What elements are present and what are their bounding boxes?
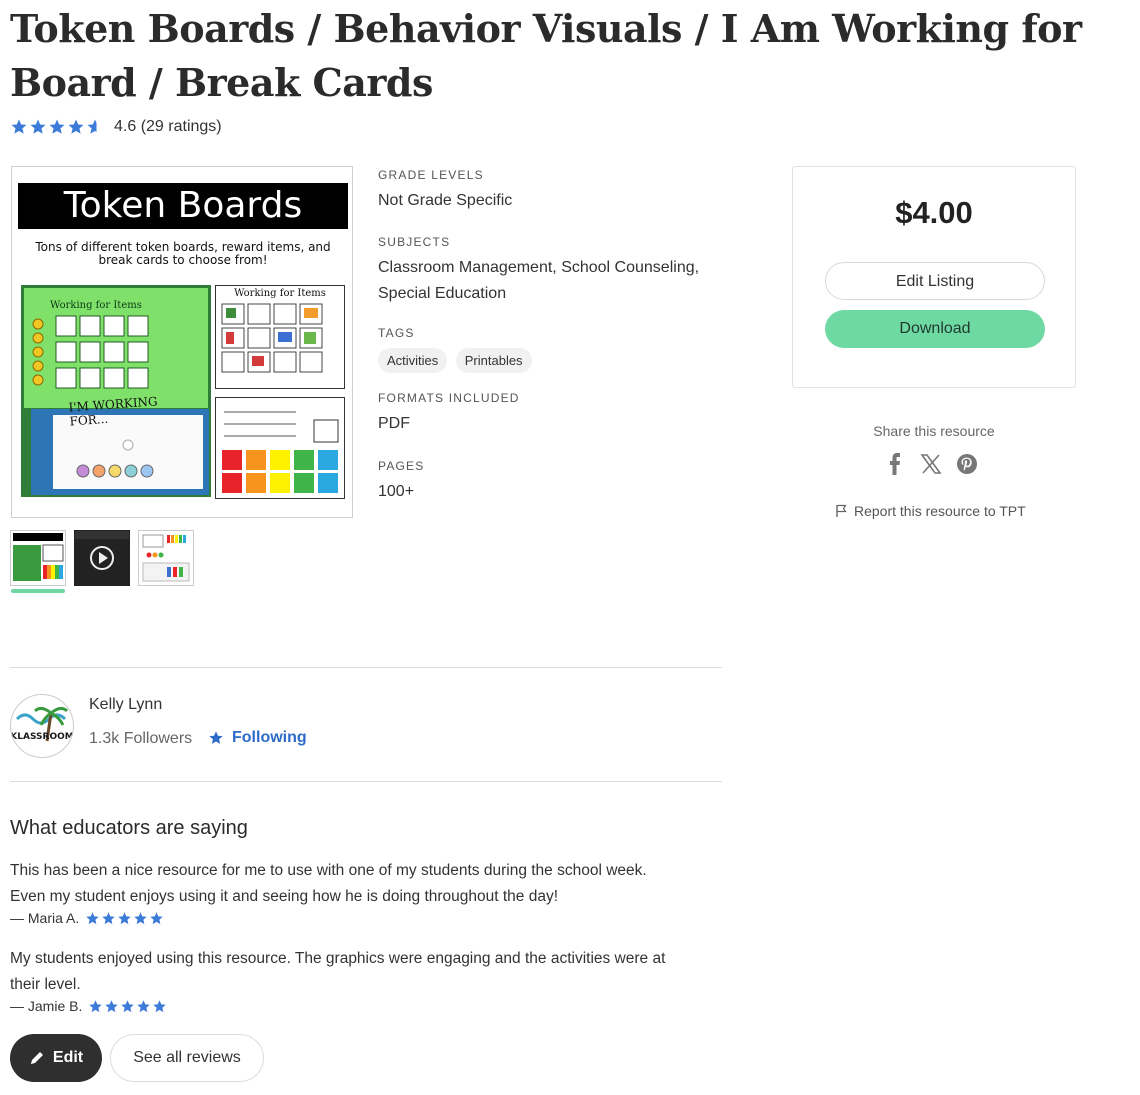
formats-label: FORMATS INCLUDED	[378, 391, 520, 405]
edit-label: Edit	[52, 1049, 84, 1066]
reviews-heading: What educators are saying	[10, 817, 248, 839]
star-icon	[105, 999, 119, 1012]
main-product-image[interactable]: Token Boards Tons of different token boa…	[11, 166, 353, 518]
tag-printables[interactable]: Printables	[455, 348, 532, 373]
review-text: My students enjoyed using this resource.…	[10, 946, 726, 998]
star-icon	[137, 999, 151, 1012]
pages-value: 100+	[378, 483, 415, 500]
pencil-icon	[30, 1052, 43, 1064]
product-title: Token Boards / Behavior Visuals / I Am W…	[10, 6, 1082, 105]
cover-photo: Working for Items I'M WORKING FOR...	[21, 285, 211, 497]
subjects-value-line2[interactable]: Special Education	[378, 281, 738, 307]
subjects-value[interactable]: Classroom Management, School Counseling,…	[378, 255, 738, 307]
share-icons	[884, 452, 978, 476]
star-icon	[11, 119, 27, 134]
star-icon	[102, 911, 115, 924]
rules-illustration	[222, 411, 339, 493]
grade-levels-label: GRADE LEVELS	[378, 168, 484, 182]
star-icon	[30, 119, 46, 134]
subjects-value-line1[interactable]: Classroom Management, School Counseling,	[378, 255, 738, 281]
see-all-reviews-button[interactable]: See all reviews	[110, 1034, 264, 1082]
star-icon	[153, 999, 167, 1012]
thumbnail-cover-image	[13, 533, 64, 581]
star-icon	[150, 911, 163, 924]
star-icon	[49, 119, 65, 134]
follower-count: 1.3k Followers	[89, 730, 193, 747]
cover-photo-label: Working for Items	[50, 300, 142, 311]
review-line: This has been a nice resource for me to …	[10, 862, 647, 879]
cover-subheading: Tons of different token boards, reward i…	[35, 240, 331, 267]
star-half-icon	[87, 119, 103, 134]
rating-value: 4.6	[114, 118, 137, 135]
facebook-icon[interactable]	[884, 452, 906, 476]
review-line: My students enjoyed using this resource.…	[10, 950, 666, 967]
star-icon	[209, 731, 223, 744]
review-stars	[85, 911, 164, 926]
thumbnail-video[interactable]	[74, 530, 130, 586]
tag-activities[interactable]: Activities	[378, 348, 448, 373]
star-icon	[86, 911, 99, 924]
review-text: This has been a nice resource for me to …	[10, 858, 726, 910]
cover-heading: Token Boards	[18, 183, 348, 229]
following-label: Following	[232, 729, 307, 746]
edit-listing-button[interactable]: Edit Listing	[825, 262, 1045, 300]
thumbnail-cover[interactable]	[10, 530, 66, 593]
seller-logo: KLASSROOM	[11, 706, 73, 742]
star-icon	[134, 911, 147, 924]
price: $4.00	[895, 195, 973, 230]
edit-review-button[interactable]: Edit	[10, 1034, 102, 1082]
purchase-box: $4.00 Edit Listing Download	[792, 166, 1076, 388]
grade-levels-value[interactable]: Not Grade Specific	[378, 188, 738, 214]
star-icon	[121, 999, 135, 1012]
thumbnail-strip	[10, 530, 194, 593]
tags-label: TAGS	[378, 326, 415, 340]
divider	[10, 781, 722, 782]
star-icon	[118, 911, 131, 924]
reviewer-name: — Jamie B.	[10, 998, 83, 1014]
share-label: Share this resource	[873, 423, 995, 439]
grid-illustration	[221, 303, 323, 373]
thumbnail-preview[interactable]	[138, 530, 194, 586]
star-icon	[68, 119, 84, 134]
thumbnail-preview-image	[142, 534, 190, 582]
pages-label: PAGES	[378, 459, 425, 473]
cover-photo-green-board: Working for Items	[24, 288, 208, 408]
rating-summary[interactable]: 4.6 (29 ratings)	[10, 118, 222, 136]
review-line: Even my student enjoys using it and seei…	[10, 888, 559, 905]
rating-count: (29 ratings)	[140, 118, 222, 135]
cover-grid-preview: Working for Items	[215, 285, 345, 389]
review-line: their level.	[10, 976, 81, 993]
cover-rules-preview	[215, 397, 345, 499]
flag-icon	[836, 504, 847, 517]
subjects-label: SUBJECTS	[378, 235, 451, 249]
avatar-text: KLASSROOM	[11, 732, 73, 742]
rating-stars	[10, 118, 104, 136]
product-details: GRADE LEVELS Not Grade Specific SUBJECTS…	[378, 168, 738, 505]
x-icon[interactable]	[920, 452, 942, 476]
review-stars	[88, 999, 167, 1014]
play-icon	[75, 531, 129, 570]
star-icon	[89, 999, 103, 1012]
report-link[interactable]: Report this resource to TPT	[836, 503, 1026, 519]
seller-name[interactable]: Kelly Lynn	[89, 696, 162, 714]
report-label: Report this resource to TPT	[854, 503, 1026, 519]
divider	[10, 667, 722, 668]
reviewer-name: — Maria A.	[10, 910, 80, 926]
following-button[interactable]: Following	[208, 729, 307, 747]
reviewer: — Maria A.	[10, 910, 164, 926]
pinterest-icon[interactable]	[956, 452, 978, 476]
seller-avatar[interactable]: KLASSROOM	[10, 694, 74, 758]
download-button[interactable]: Download	[825, 310, 1045, 348]
reviewer: — Jamie B.	[10, 998, 167, 1014]
tag-list: Activities Printables	[378, 348, 738, 373]
formats-value: PDF	[378, 415, 410, 432]
